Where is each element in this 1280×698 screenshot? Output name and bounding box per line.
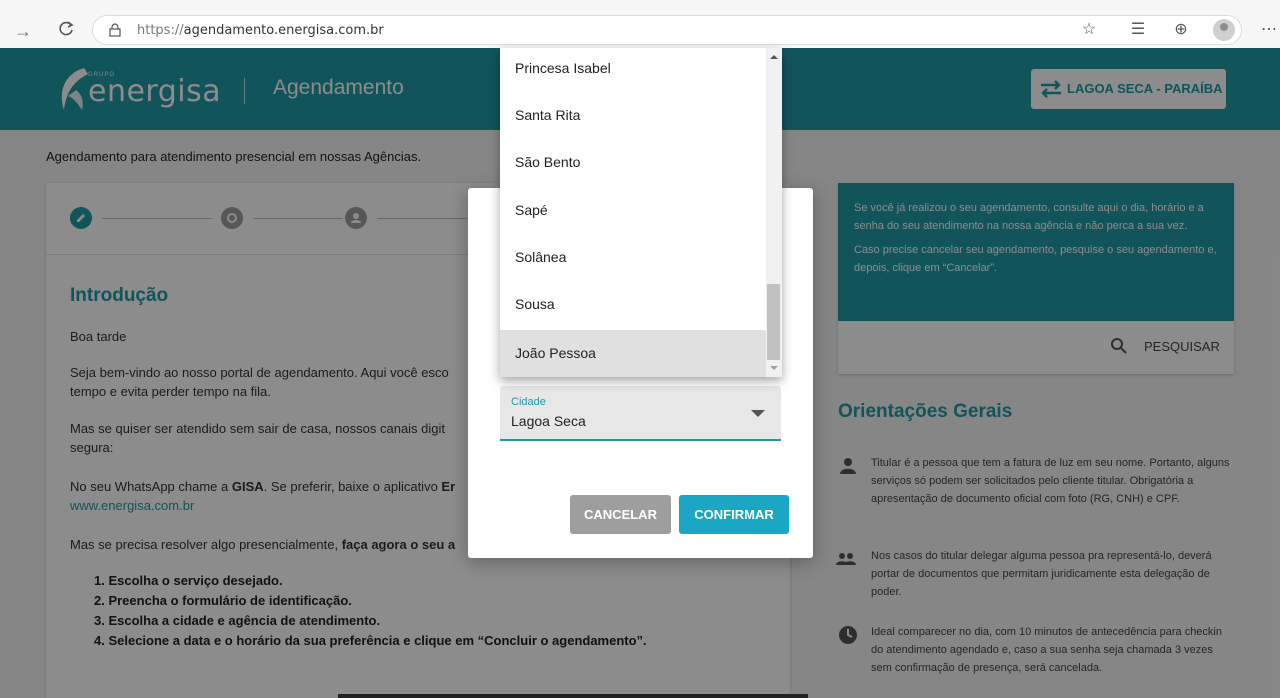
favorites-list-icon[interactable]: ☰ — [1127, 19, 1149, 41]
options-scrollbar[interactable] — [766, 48, 782, 377]
list-item[interactable]: Sousa — [500, 281, 766, 328]
back-arrow-icon[interactable]: → — [12, 20, 34, 42]
more-options-icon[interactable]: ⋯ — [1258, 19, 1280, 41]
profile-avatar-icon[interactable] — [1213, 19, 1235, 41]
city-field-label: Cidade — [511, 396, 546, 408]
list-item[interactable]: Sapé — [500, 187, 766, 234]
confirm-button[interactable]: CONFIRMAR — [679, 495, 789, 534]
list-item[interactable]: Solânea — [500, 234, 766, 281]
taskbar-strip — [338, 694, 808, 698]
list-item[interactable]: São Bento — [500, 139, 766, 186]
reload-icon[interactable] — [55, 20, 77, 42]
list-item-highlighted[interactable]: João Pessoa — [500, 330, 766, 377]
address-bar[interactable]: https://agendamento.energisa.com.br — [92, 15, 1242, 45]
lock-icon — [109, 23, 121, 37]
city-field-value: Lagoa Seca — [511, 413, 586, 429]
collections-icon[interactable]: ⊕ — [1170, 19, 1192, 41]
url-text: https://agendamento.energisa.com.br — [137, 23, 384, 38]
favorite-star-icon[interactable]: ☆ — [1078, 19, 1100, 41]
list-item[interactable]: Princesa Isabel — [500, 48, 766, 92]
list-item[interactable]: Santa Rita — [500, 92, 766, 139]
city-select[interactable]: Cidade Lagoa Seca — [500, 386, 781, 441]
dropdown-caret-icon — [751, 410, 765, 417]
scroll-down-arrow-icon[interactable] — [770, 366, 778, 370]
city-options-list: Princesa Isabel Santa Rita São Bento Sap… — [500, 48, 782, 377]
scrollbar-thumb[interactable] — [767, 284, 780, 360]
cancel-button[interactable]: CANCELAR — [570, 495, 671, 534]
scroll-up-arrow-icon[interactable] — [770, 55, 778, 59]
